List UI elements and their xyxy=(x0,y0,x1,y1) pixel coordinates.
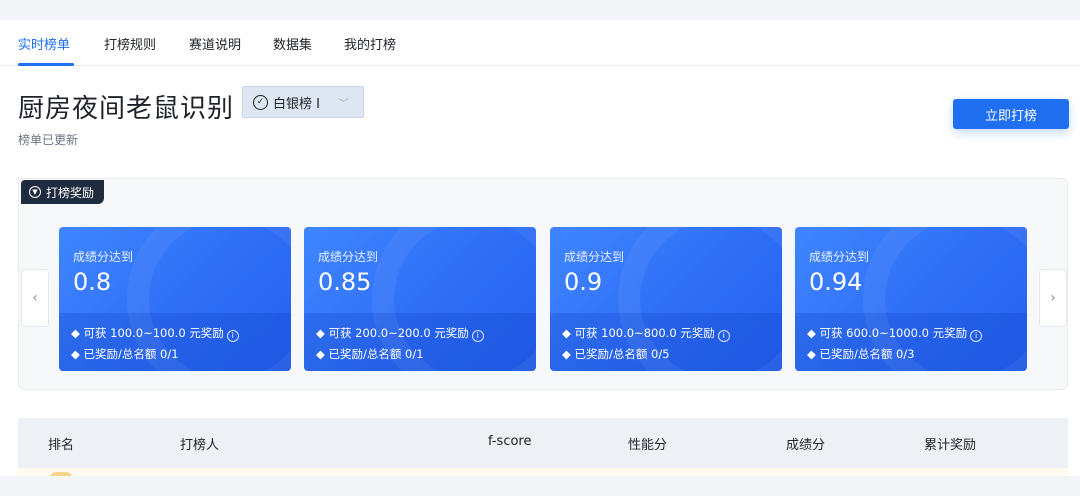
column-participant[interactable]: 打榜人 xyxy=(180,434,219,453)
tab-realtime-leaderboard[interactable]: 实时榜单 xyxy=(18,34,70,53)
check-circle-icon: ✓ xyxy=(253,94,268,110)
column-f-score[interactable]: f-score xyxy=(488,434,532,449)
page-title: 厨房夜间老鼠识别 xyxy=(18,94,235,124)
tab-track-description[interactable]: 赛道说明 xyxy=(189,34,241,53)
tab-dataset[interactable]: 数据集 xyxy=(273,34,312,53)
carousel-prev-button[interactable]: ‹ xyxy=(21,269,49,327)
reward-card-label: 成绩分达到 xyxy=(564,250,625,264)
chevron-left-icon: ‹ xyxy=(32,290,38,306)
info-icon[interactable]: i xyxy=(970,329,983,342)
reward-card-quota: ◆ 已奖励/总名额 0/1 xyxy=(71,347,179,361)
chevron-down-icon: ﹀ xyxy=(338,97,349,110)
column-performance-score[interactable]: 性能分 xyxy=(628,434,667,453)
page: 实时榜单 打榜规则 赛道说明 数据集 我的打榜 厨房夜间老鼠识别 ✓ 白银榜 I… xyxy=(0,20,1080,496)
active-tab-indicator xyxy=(18,63,74,66)
table-row xyxy=(18,468,1068,476)
reward-card-quota: ◆ 已奖励/总名额 0/5 xyxy=(562,347,670,361)
update-status: 榜单已更新 xyxy=(18,133,79,147)
reward-card-threshold: 0.8 xyxy=(73,268,112,296)
reward-card-threshold: 0.9 xyxy=(564,268,603,296)
submit-button[interactable]: 立即打榜 xyxy=(953,99,1069,129)
reward-card-quota: ◆ 已奖励/总名额 0/3 xyxy=(807,347,915,361)
rewards-panel: ▼ 打榜奖励 ‹ 成绩分达到 0.8 ◆ 可获 100.0~100.0 元奖励 i… xyxy=(18,178,1068,390)
tier-select[interactable]: ✓ 白银榜 I ﹀ xyxy=(242,86,364,118)
reward-card-amount: ◆ 可获 200.0~200.0 元奖励 i xyxy=(316,325,484,342)
rewards-tag: ▼ 打榜奖励 xyxy=(21,180,105,204)
reward-card: 成绩分达到 0.94 ◆ 可获 600.0~1000.0 元奖励 i ◆ 已奖励/… xyxy=(795,227,1027,371)
reward-card-amount: ◆ 可获 600.0~1000.0 元奖励 i xyxy=(807,325,983,342)
info-icon[interactable]: i xyxy=(717,329,730,342)
column-total-reward[interactable]: 累计奖励 xyxy=(924,434,976,453)
column-final-score[interactable]: 成绩分 xyxy=(786,434,825,453)
reward-card: 成绩分达到 0.8 ◆ 可获 100.0~100.0 元奖励 i ◆ 已奖励/总名… xyxy=(59,227,291,371)
download-circle-icon: ▼ xyxy=(29,186,41,198)
leaderboard-table-header: 排名 打榜人 f-score 性能分 成绩分 累计奖励 xyxy=(18,418,1068,468)
reward-card-label: 成绩分达到 xyxy=(809,250,870,264)
reward-card-quota: ◆ 已奖励/总名额 0/1 xyxy=(316,347,424,361)
tier-label: 白银榜 I xyxy=(273,96,320,112)
reward-card-threshold: 0.85 xyxy=(318,268,372,296)
tab-my-submissions[interactable]: 我的打榜 xyxy=(344,34,396,53)
info-icon[interactable]: i xyxy=(471,329,484,342)
column-rank[interactable]: 排名 xyxy=(48,434,74,453)
info-icon[interactable]: i xyxy=(226,329,239,342)
reward-card-label: 成绩分达到 xyxy=(318,250,379,264)
tab-bar: 实时榜单 打榜规则 赛道说明 数据集 我的打榜 xyxy=(0,20,1080,66)
reward-card: 成绩分达到 0.9 ◆ 可获 100.0~800.0 元奖励 i ◆ 已奖励/总名… xyxy=(550,227,782,371)
tab-rules[interactable]: 打榜规则 xyxy=(104,34,156,53)
reward-card: 成绩分达到 0.85 ◆ 可获 200.0~200.0 元奖励 i ◆ 已奖励/总… xyxy=(304,227,536,371)
chevron-right-icon: › xyxy=(1050,290,1056,306)
rewards-tag-label: 打榜奖励 xyxy=(46,185,95,200)
reward-card-threshold: 0.94 xyxy=(809,268,863,296)
reward-card-amount: ◆ 可获 100.0~800.0 元奖励 i xyxy=(562,325,730,342)
reward-card-label: 成绩分达到 xyxy=(73,250,134,264)
reward-card-amount: ◆ 可获 100.0~100.0 元奖励 i xyxy=(71,325,239,342)
carousel-next-button[interactable]: › xyxy=(1039,269,1067,327)
